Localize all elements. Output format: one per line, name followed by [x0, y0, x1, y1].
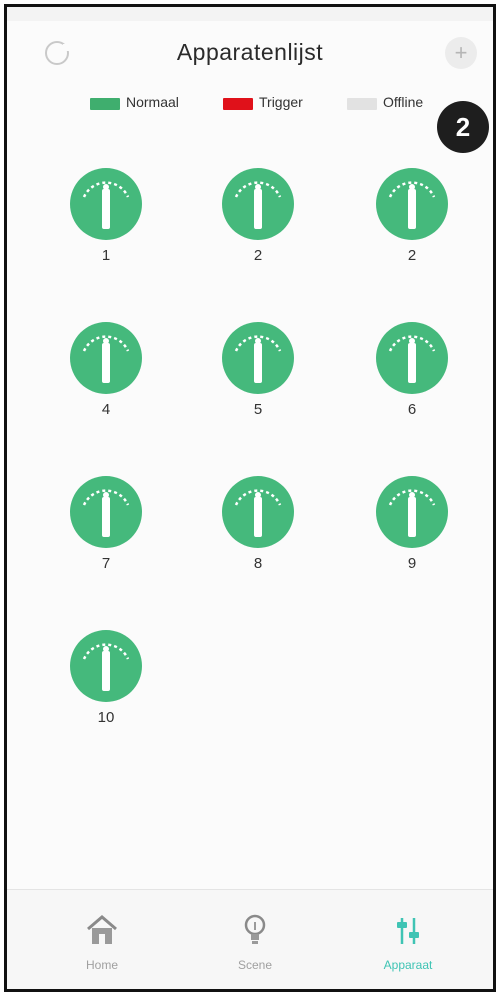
- nav-label-home: Home: [85, 958, 118, 972]
- device-tile[interactable]: 2: [357, 167, 467, 277]
- device-tile[interactable]: 9: [357, 475, 467, 585]
- gauge-sensor-icon: [70, 476, 142, 548]
- nav-item-home[interactable]: Home: [37, 902, 167, 982]
- lightbulb-icon: [244, 914, 266, 944]
- home-indicator-center: [203, 989, 303, 992]
- device-label: 2: [253, 247, 263, 264]
- gauge-sensor-icon: [222, 322, 294, 394]
- gauge-sensor-icon: [70, 168, 142, 240]
- gauge-sensor-icon: [376, 476, 448, 548]
- device-tile[interactable]: 8: [203, 475, 313, 585]
- nav-item-device[interactable]: Apparaat: [343, 902, 473, 982]
- gauge-sensor-icon: [222, 168, 294, 240]
- gauge-sensor-icon: [70, 630, 142, 702]
- gauge-sensor-icon: [70, 322, 142, 394]
- device-label: 8: [253, 555, 263, 572]
- device-label: 6: [407, 401, 417, 418]
- device-tile[interactable]: 2: [203, 167, 313, 277]
- device-tile[interactable]: 5: [203, 321, 313, 431]
- device-sliders-icon: [397, 918, 419, 944]
- home-icon: [87, 915, 117, 944]
- gauge-sensor-icon: [376, 322, 448, 394]
- nav-label-scene: Scene: [237, 958, 273, 972]
- device-label: 7: [101, 555, 111, 572]
- bottom-nav: Home Scene Apparaat: [7, 889, 493, 989]
- gauge-sensor-icon: [222, 476, 294, 548]
- device-tile[interactable]: 1: [51, 167, 161, 277]
- app-screen: Apparatenlijst + Normaal Trigger Offline…: [4, 4, 496, 992]
- home-indicator-left: [57, 989, 157, 992]
- device-tile[interactable]: 4: [51, 321, 161, 431]
- home-indicator-right: [347, 989, 447, 992]
- device-grid: 1 2 2 4 5 6 7 8 9 10: [7, 7, 493, 989]
- device-label: 1: [101, 247, 111, 264]
- device-label: 4: [101, 401, 111, 418]
- nav-item-scene[interactable]: Scene: [190, 902, 320, 982]
- device-tile[interactable]: 6: [357, 321, 467, 431]
- device-label: 9: [407, 555, 417, 572]
- device-tile[interactable]: 10: [51, 629, 161, 739]
- nav-label-device: Apparaat: [383, 958, 433, 972]
- device-label: 5: [253, 401, 263, 418]
- device-tile[interactable]: 7: [51, 475, 161, 585]
- device-label: 10: [97, 709, 115, 726]
- device-label: 2: [407, 247, 417, 264]
- gauge-sensor-icon: [376, 168, 448, 240]
